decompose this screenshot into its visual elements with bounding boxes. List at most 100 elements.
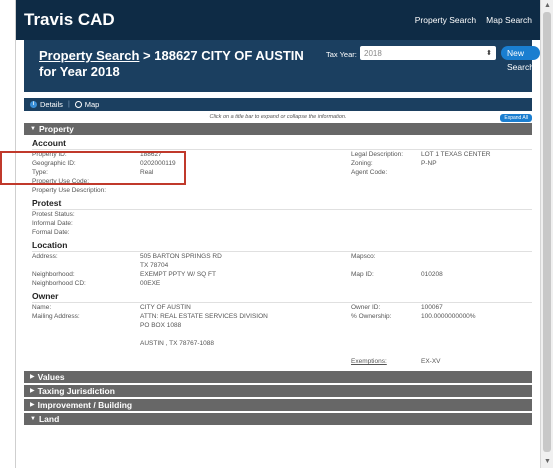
caret-down-icon: ▼	[30, 126, 36, 132]
subheading-owner: Owner	[32, 288, 532, 303]
caret-right-icon: ▶	[30, 388, 35, 394]
protest-row: Informal Date:	[32, 219, 540, 228]
top-nav-bar: Travis CAD Property Search Map Search	[16, 0, 540, 40]
caret-right-icon: ▶	[30, 402, 35, 408]
hint-text: Click on a title bar to expand or collap…	[209, 114, 347, 120]
property-section-body: Account Property ID: 188627 Legal Descripti…	[16, 135, 540, 366]
scroll-down-arrow-icon[interactable]: ▼	[544, 458, 551, 466]
account-row: Property ID: 188627 Legal Description: LOT …	[32, 150, 540, 159]
field-label: Property Use Description:	[32, 187, 107, 194]
brand-logo-text: Travis CAD	[24, 10, 115, 29]
tab-details[interactable]: i Details	[30, 100, 63, 109]
expand-all-button[interactable]: Expand All	[500, 114, 532, 122]
field-label: Informal Date:	[32, 220, 73, 227]
breadcrumb-property-search-link[interactable]: Property Search	[39, 48, 139, 63]
collapsed-sections: ▶ Values ▶ Taxing Jurisdiction ▶ Improvement …	[16, 371, 540, 411]
owner-row	[32, 330, 540, 339]
field-label: Property ID:	[32, 151, 67, 158]
section-title: Improvement / Building	[37, 400, 133, 410]
protest-row: Formal Date:	[32, 228, 540, 237]
field-value: EXEMPT PPTY W/ SQ FT	[140, 271, 216, 278]
field-label: Owner ID:	[351, 304, 381, 311]
nav-map-search-link[interactable]: Map Search	[486, 15, 532, 25]
field-value: EX-XV	[421, 358, 441, 365]
field-label: Neighborhood CD:	[32, 280, 86, 287]
field-value: TX 78704	[140, 262, 169, 269]
account-row: Type: Real Agent Code:	[32, 168, 540, 177]
field-label: Zoning:	[351, 160, 373, 167]
field-value: 010208	[421, 271, 443, 278]
field-value: 505 BARTON SPRINGS RD	[140, 253, 222, 260]
tax-year-label: Tax Year:	[326, 50, 357, 59]
owner-row: Mailing Address: ATTN: REAL ESTATE SERVIC…	[32, 312, 540, 321]
info-icon: i	[30, 101, 37, 108]
section-bar-property[interactable]: ▼ Property	[24, 123, 532, 135]
section-bar-improvement-building[interactable]: ▶ Improvement / Building	[24, 399, 532, 411]
field-label: Legal Description:	[351, 151, 404, 158]
field-label: Type:	[32, 169, 48, 176]
caret-down-icon: ▼	[30, 416, 36, 422]
field-label: Mapsco:	[351, 253, 376, 260]
section-title: Taxing Jurisdiction	[37, 386, 115, 396]
field-value: 0202000119	[140, 160, 176, 167]
account-row: Property Use Code:	[32, 177, 540, 186]
location-row: TX 78704	[32, 261, 540, 270]
owner-row: AUSTIN , TX 78767-1088	[32, 339, 540, 348]
tax-year-select[interactable]: 2018 ⬍	[360, 46, 496, 60]
new-search-button[interactable]: New Search	[501, 46, 540, 72]
tax-year-value: 2018	[364, 48, 382, 58]
protest-row: Protest Status:	[32, 210, 540, 219]
section-bar-taxing-jurisdiction[interactable]: ▶ Taxing Jurisdiction	[24, 385, 532, 397]
field-value: P-NP	[421, 160, 437, 167]
field-label: Mailing Address:	[32, 313, 80, 320]
field-label: Formal Date:	[32, 229, 70, 236]
field-label: % Ownership:	[351, 313, 392, 320]
owner-row: Exemptions: EX-XV	[32, 357, 540, 366]
location-row: Address: 505 BARTON SPRINGS RD Mapsco:	[32, 252, 540, 261]
section-bar-land[interactable]: ▼ Land	[24, 413, 532, 425]
field-value: Real	[140, 169, 154, 176]
field-value: 100067	[421, 304, 443, 311]
subheading-location: Location	[32, 237, 532, 252]
subheading-account: Account	[32, 135, 532, 150]
location-row: Neighborhood: EXEMPT PPTY W/ SQ FT Map ID:…	[32, 270, 540, 279]
field-value: LOT 1 TEXAS CENTER	[421, 151, 491, 158]
field-value: PO BOX 1088	[140, 322, 182, 329]
subheading-protest: Protest	[32, 195, 532, 210]
nav-property-search-link[interactable]: Property Search	[415, 15, 476, 25]
exemptions-link[interactable]: Exemptions:	[351, 357, 387, 366]
top-nav-links: Property Search Map Search	[415, 15, 532, 25]
tab-map-label: Map	[84, 100, 100, 109]
field-label: Name:	[32, 304, 52, 311]
section-title: Values	[37, 372, 65, 382]
owner-row	[32, 348, 540, 357]
field-label: Property Use Code:	[32, 178, 90, 185]
field-value: 188627	[140, 151, 162, 158]
hint-row: Click on a title bar to expand or collap…	[24, 111, 532, 123]
scroll-up-arrow-icon[interactable]: ▲	[544, 2, 551, 10]
account-row: Geographic ID: 0202000119 Zoning: P-NP	[32, 159, 540, 168]
field-value: 100.0000000000%	[421, 313, 476, 320]
field-label: Address:	[32, 253, 58, 260]
section-title: Land	[38, 414, 60, 424]
vertical-scrollbar[interactable]: ▲ ▼	[540, 0, 553, 468]
owner-row: Name: CITY OF AUSTIN Owner ID: 100067	[32, 303, 540, 312]
tab-separator: |	[67, 101, 70, 108]
caret-right-icon: ▶	[30, 374, 35, 380]
field-label: Protest Status:	[32, 211, 75, 218]
select-arrows-icon: ⬍	[486, 50, 492, 57]
account-row: Property Use Description:	[32, 186, 540, 195]
field-value: CITY OF AUSTIN	[140, 304, 191, 311]
field-label: Geographic ID:	[32, 160, 76, 167]
tab-map[interactable]: Map	[74, 100, 100, 109]
field-value: 00EXE	[140, 280, 161, 287]
page-title: Property Search > 188627 CITY OF AUSTIN …	[39, 48, 319, 80]
globe-icon	[74, 101, 82, 108]
field-label: Agent Code:	[351, 169, 388, 176]
section-title: Property	[38, 124, 74, 134]
field-label: Neighborhood:	[32, 271, 75, 278]
tab-bar: i Details | Map	[24, 98, 532, 111]
scrollbar-thumb[interactable]	[543, 12, 551, 452]
section-bar-values[interactable]: ▶ Values	[24, 371, 532, 383]
tab-details-label: Details	[40, 100, 63, 109]
